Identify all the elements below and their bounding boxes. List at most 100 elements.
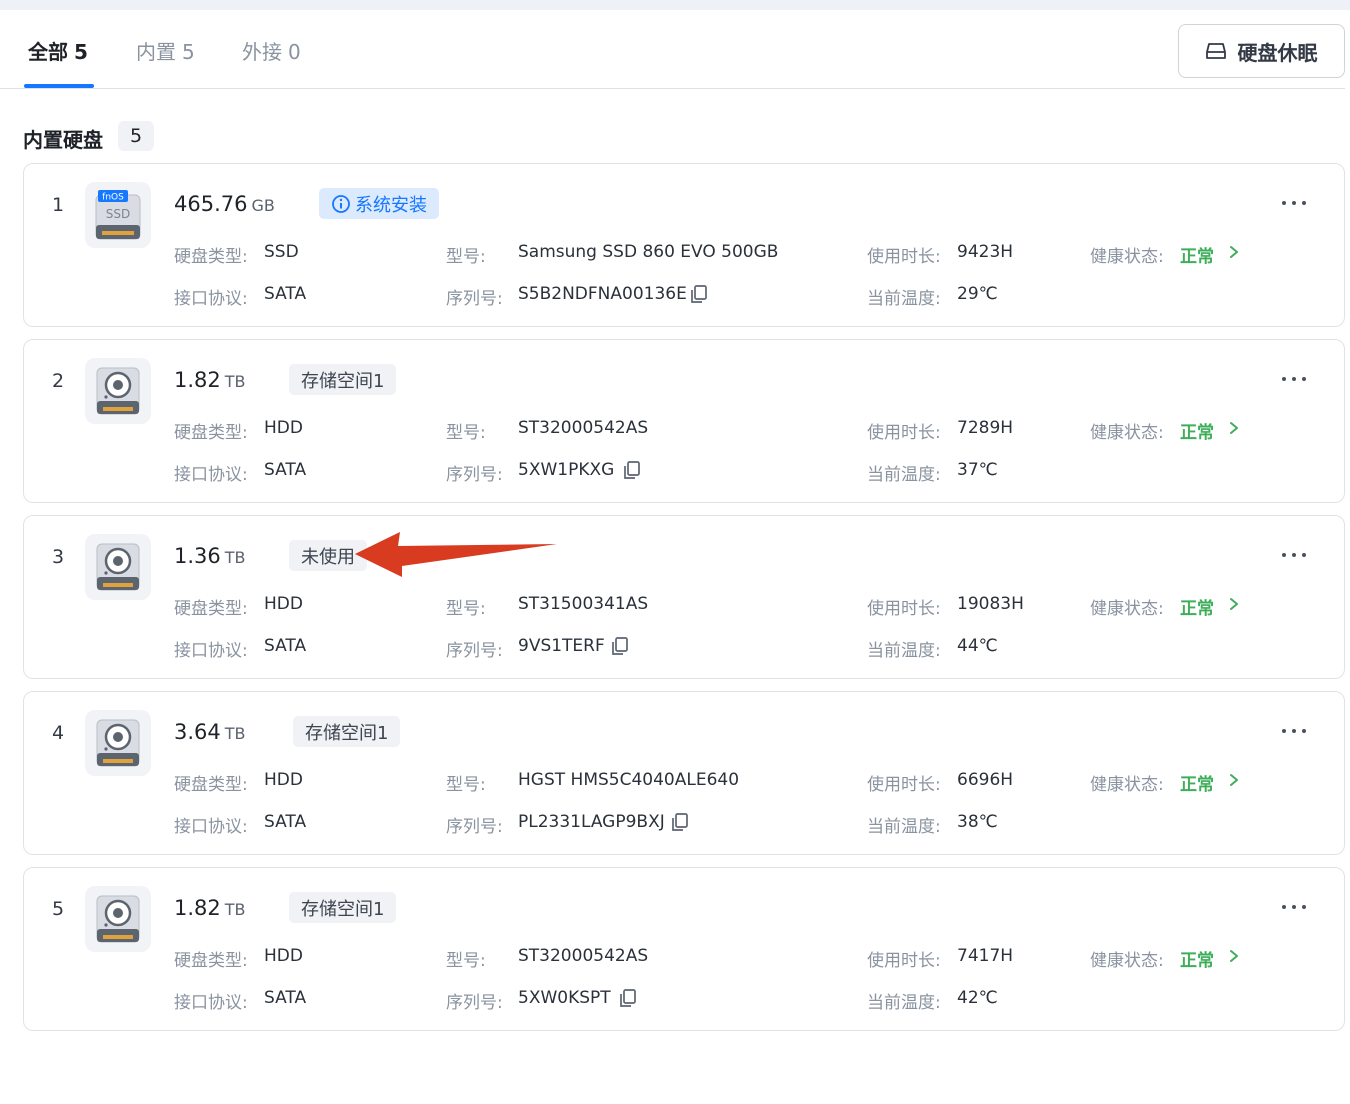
disk-model-label: 型号: — [446, 951, 486, 971]
disk-temp-value: 38℃ — [957, 812, 998, 832]
disk-health-value[interactable]: 正常 — [1180, 418, 1214, 443]
tab-all[interactable]: 全部 5 — [28, 36, 88, 65]
disk-type-label: 硬盘类型: — [174, 599, 248, 619]
disk-temp-value: 37℃ — [957, 460, 998, 480]
disk-index: 4 — [52, 722, 65, 744]
disk-capacity-unit: TB — [224, 548, 246, 567]
disk-sleep-label: 硬盘休眠 — [1237, 40, 1318, 65]
disk-hours-value: 9423H — [957, 242, 1014, 262]
disk-serial-value: 5XW1PKXG — [518, 460, 615, 480]
disk-interface-value: SATA — [264, 988, 307, 1008]
disk-capacity-unit: TB — [224, 724, 246, 743]
more-options-icon[interactable] — [1282, 364, 1306, 394]
disk-usage-tag: 存储空间1 — [289, 892, 397, 923]
disk-health-value[interactable]: 正常 — [1180, 242, 1214, 267]
disk-hours-value: 7289H — [957, 418, 1014, 438]
info-icon — [332, 194, 350, 213]
disk-hours-value: 6696H — [957, 770, 1014, 790]
disk-serial-label: 序列号: — [446, 817, 503, 837]
copy-icon[interactable] — [670, 812, 690, 832]
disk-serial-label: 序列号: — [446, 289, 503, 309]
disk-model-label: 型号: — [446, 247, 486, 267]
disk-health-value[interactable]: 正常 — [1180, 770, 1214, 795]
disk-health-label: 健康状态: — [1090, 951, 1164, 971]
disk-model-label: 型号: — [446, 599, 486, 619]
more-options-icon[interactable] — [1282, 716, 1306, 746]
disk-model-value: ST32000542AS — [518, 946, 649, 966]
disk-icon-box — [85, 886, 151, 952]
disk-index: 1 — [52, 194, 65, 216]
chevron-right-icon[interactable] — [1227, 948, 1241, 964]
chevron-right-icon[interactable] — [1227, 244, 1241, 260]
disk-interface-label: 接口协议: — [174, 289, 248, 309]
disk-temp-value: 29℃ — [957, 284, 998, 304]
disk-temp-label: 当前温度: — [867, 289, 941, 309]
ssd-kind-text: SSD — [106, 207, 130, 221]
disk-capacity-value: 3.64 — [174, 720, 221, 744]
disk-card[interactable]: 2 1.82 TB 存储空间1 硬盘类型: HDD 接口协议: SATA 型号: ST320005… — [23, 339, 1345, 503]
disk-capacity: 465.76 GB — [174, 192, 275, 216]
tab-external-label: 外接 — [242, 40, 282, 64]
disk-card[interactable]: 4 3.64 TB 存储空间1 硬盘类型: HDD 接口协议: SATA 型号: HGST HMS… — [23, 691, 1345, 855]
disk-usage-tag-label: 存储空间1 — [301, 370, 385, 392]
hdd-icon — [96, 367, 140, 415]
disk-hours-label: 使用时长: — [867, 951, 941, 971]
disk-interface-value: SATA — [264, 284, 307, 304]
chevron-right-icon[interactable] — [1227, 420, 1241, 436]
disk-index: 2 — [52, 370, 65, 392]
tab-external[interactable]: 外接 0 — [242, 36, 301, 65]
disk-hours-label: 使用时长: — [867, 423, 941, 443]
disk-usage-tag: 存储空间1 — [289, 364, 397, 395]
tab-all-label: 全部 — [28, 40, 68, 64]
disk-capacity-value: 1.82 — [174, 368, 221, 392]
disk-health-label: 健康状态: — [1090, 599, 1164, 619]
tab-active-indicator — [24, 84, 94, 88]
disk-temp-label: 当前温度: — [867, 641, 941, 661]
disk-health-label: 健康状态: — [1090, 775, 1164, 795]
disk-interface-label: 接口协议: — [174, 817, 248, 837]
disk-serial-label: 序列号: — [446, 993, 503, 1013]
disk-serial-value: 9VS1TERF — [518, 636, 605, 656]
disk-interface-value: SATA — [264, 460, 307, 480]
more-options-icon[interactable] — [1282, 892, 1306, 922]
disk-card[interactable]: 5 1.82 TB 存储空间1 硬盘类型: HDD 接口协议: SATA 型号: ST320005… — [23, 867, 1345, 1031]
disk-type-label: 硬盘类型: — [174, 775, 248, 795]
copy-icon[interactable] — [618, 988, 638, 1008]
section-count-badge: 5 — [118, 121, 154, 151]
disk-health-value[interactable]: 正常 — [1180, 594, 1214, 619]
disk-health-value[interactable]: 正常 — [1180, 946, 1214, 971]
hdd-icon — [96, 895, 140, 943]
disk-temp-value: 42℃ — [957, 988, 998, 1008]
disk-interface-value: SATA — [264, 636, 307, 656]
disk-temp-label: 当前温度: — [867, 817, 941, 837]
copy-icon[interactable] — [689, 284, 709, 304]
disk-sleep-button[interactable]: 硬盘休眠 — [1178, 24, 1345, 78]
disk-usage-tag-label: 存储空间1 — [301, 898, 385, 920]
disk-interface-value: SATA — [264, 812, 307, 832]
copy-icon[interactable] — [622, 460, 642, 480]
disk-usage-tag: 系统安装 — [319, 188, 439, 219]
disk-usage-tag: 存储空间1 — [293, 716, 401, 747]
more-options-icon[interactable] — [1282, 188, 1306, 218]
more-options-icon[interactable] — [1282, 540, 1306, 570]
disk-capacity-value: 1.36 — [174, 544, 221, 568]
tab-external-count: 0 — [288, 40, 301, 64]
disk-drive-icon — [1205, 43, 1226, 59]
disk-serial-value: PL2331LAGP9BXJ — [518, 812, 665, 832]
disk-model-value: Samsung SSD 860 EVO 500GB — [518, 242, 779, 262]
disk-usage-tag-label: 存储空间1 — [305, 722, 389, 744]
disk-hours-label: 使用时长: — [867, 247, 941, 267]
disk-interface-label: 接口协议: — [174, 993, 248, 1013]
disk-card[interactable]: 3 1.36 TB 未使用 硬盘类型: HDD 接口协议: SATA 型号: ST31500341… — [23, 515, 1345, 679]
disk-serial-value: S5B2NDFNA00136E — [518, 284, 687, 304]
disk-serial-label: 序列号: — [446, 465, 503, 485]
copy-icon[interactable] — [610, 636, 630, 656]
disk-serial-value: 5XW0KSPT — [518, 988, 611, 1008]
chevron-right-icon[interactable] — [1227, 772, 1241, 788]
disk-card[interactable]: 1 fnOS SSD 465.76 GB 系统安装 硬盘类型: SSD 接口协议: SATA 型号:… — [23, 163, 1345, 327]
disk-interface-label: 接口协议: — [174, 641, 248, 661]
disk-icon-box: fnOS SSD — [85, 182, 151, 248]
disk-capacity: 1.82 TB — [174, 368, 246, 392]
tab-internal[interactable]: 内置 5 — [136, 36, 195, 65]
chevron-right-icon[interactable] — [1227, 596, 1241, 612]
